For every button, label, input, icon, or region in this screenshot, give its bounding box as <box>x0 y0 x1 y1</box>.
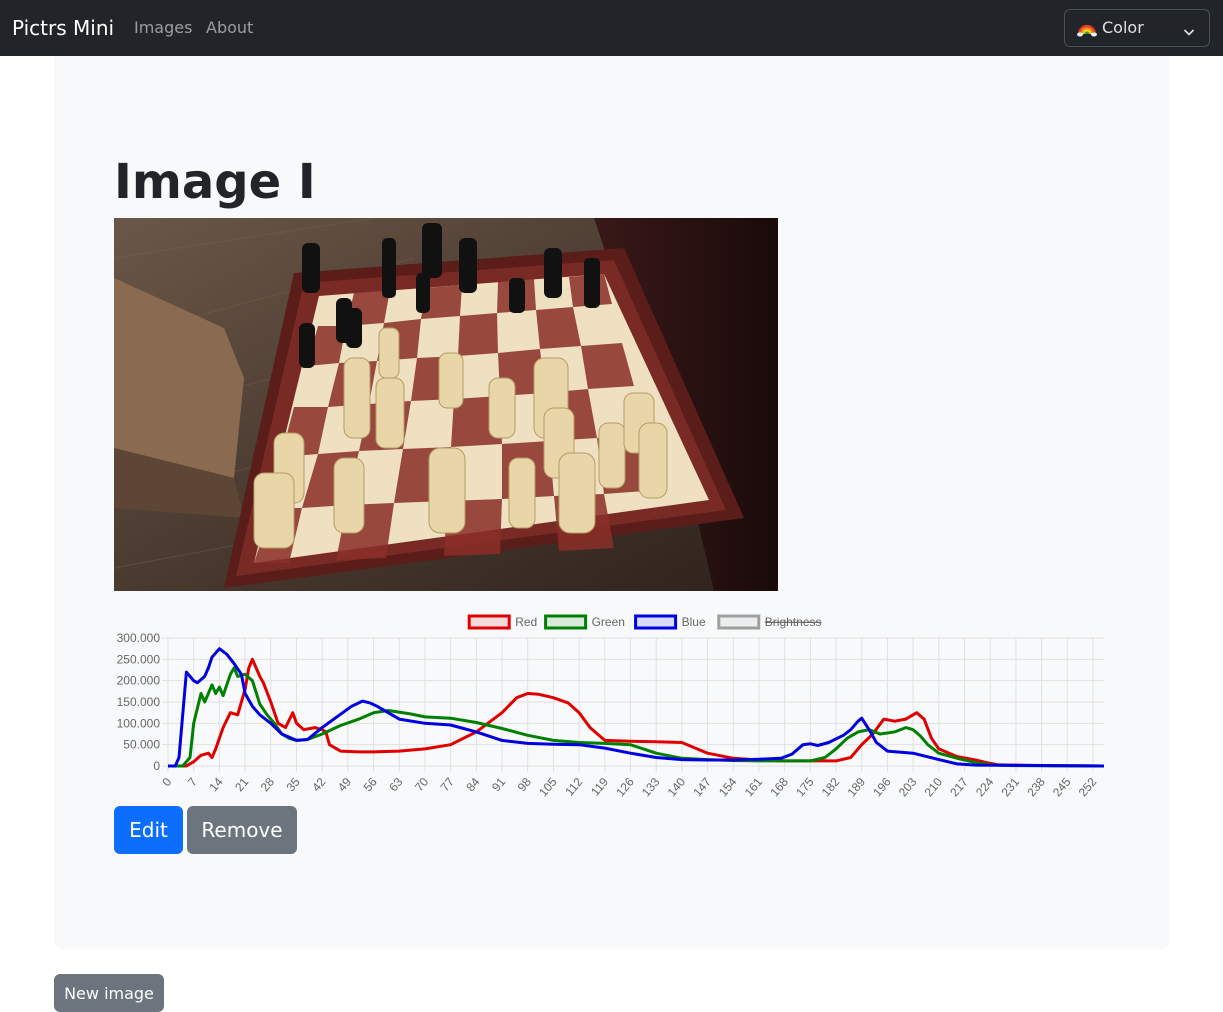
legend-swatch <box>634 614 678 630</box>
chevron-down-icon <box>1183 23 1195 36</box>
x-tick-label: 91 <box>489 775 509 794</box>
chessboard-photo <box>114 218 778 591</box>
chart-series <box>168 647 1105 768</box>
chart-y-axis: 0 50.000 100.000 150.000 200.000 250.000 300.0… <box>117 631 161 773</box>
navbar: Pictrs Mini Images About Color <box>0 0 1223 56</box>
y-tick-label: 200.000 <box>117 674 161 688</box>
x-tick-label: 217 <box>947 775 971 800</box>
chart-grid <box>162 637 1104 772</box>
chart-x-axis: 0 7 14 21 28 35 42 49 56 63 70 77 84 91 98 105 112 119 126… <box>159 775 1099 800</box>
legend-swatch <box>467 614 511 630</box>
y-tick-label: 150.000 <box>117 695 161 709</box>
x-tick-label: 112 <box>562 775 585 799</box>
x-tick-label: 84 <box>463 775 483 794</box>
x-tick-label: 42 <box>309 775 329 794</box>
x-tick-label: 168 <box>767 775 791 800</box>
page-title: Image I <box>114 154 316 210</box>
x-tick-label: 210 <box>922 775 946 800</box>
series-line-green <box>168 666 1105 768</box>
rainbow-icon <box>1077 18 1097 38</box>
nav-link-images[interactable]: Images <box>134 17 192 39</box>
x-tick-label: 0 <box>159 775 174 789</box>
series-line-blue <box>168 647 1105 768</box>
x-tick-label: 140 <box>665 775 689 800</box>
x-tick-label: 238 <box>1024 775 1048 800</box>
y-tick-label: 300.000 <box>117 631 161 645</box>
x-tick-label: 224 <box>973 775 997 800</box>
x-tick-label: 196 <box>870 775 894 800</box>
x-tick-label: 203 <box>896 775 920 800</box>
legend-label: Red <box>515 615 537 629</box>
x-tick-label: 98 <box>515 775 535 794</box>
x-tick-label: 126 <box>613 775 637 800</box>
x-tick-label: 252 <box>1076 775 1100 800</box>
y-tick-label: 50.000 <box>123 738 160 752</box>
x-tick-label: 119 <box>588 775 611 799</box>
x-tick-label: 175 <box>793 775 817 800</box>
y-tick-label: 100.000 <box>117 716 161 730</box>
remove-button[interactable]: Remove <box>187 806 297 854</box>
chart-legend[interactable]: Red Green Blue Brightness <box>467 614 822 630</box>
new-image-button[interactable]: New image <box>54 974 164 1012</box>
edit-button[interactable]: Edit <box>114 806 183 854</box>
x-tick-label: 49 <box>335 775 355 794</box>
legend-item-blue[interactable]: Blue <box>634 614 706 630</box>
x-tick-label: 56 <box>361 775 381 794</box>
series-line-red <box>168 657 1105 768</box>
x-tick-label: 7 <box>185 775 200 789</box>
x-tick-label: 77 <box>438 775 458 794</box>
legend-swatch <box>717 614 761 630</box>
theme-select[interactable]: Color <box>1064 9 1210 47</box>
legend-item-green[interactable]: Green <box>544 614 625 630</box>
x-tick-label: 161 <box>742 775 766 800</box>
color-histogram-chart: Red Green Blue Brightness 0 50.000 100.000 150… <box>117 614 1105 800</box>
legend-item-brightness[interactable]: Brightness <box>717 614 822 630</box>
x-tick-label: 28 <box>258 775 278 794</box>
image-preview <box>114 218 778 591</box>
x-tick-label: 133 <box>639 775 663 800</box>
x-tick-label: 35 <box>283 775 303 794</box>
x-tick-label: 154 <box>716 775 740 800</box>
x-tick-label: 189 <box>844 775 868 800</box>
x-tick-label: 231 <box>999 775 1023 800</box>
legend-label: Blue <box>682 615 706 629</box>
y-tick-label: 0 <box>153 759 160 773</box>
x-tick-label: 147 <box>690 775 714 800</box>
x-tick-label: 70 <box>412 775 432 794</box>
theme-select-value: Color <box>1102 18 1144 37</box>
brand-link[interactable]: Pictrs Mini <box>12 14 114 42</box>
y-tick-label: 250.000 <box>117 652 161 666</box>
x-tick-label: 182 <box>819 775 843 800</box>
x-tick-label: 14 <box>206 775 226 794</box>
nav-link-about[interactable]: About <box>206 17 253 39</box>
x-tick-label: 21 <box>232 775 252 794</box>
x-tick-label: 63 <box>386 775 406 794</box>
legend-swatch <box>544 614 588 630</box>
legend-label: Green <box>592 615 625 629</box>
x-tick-label: 105 <box>536 775 560 800</box>
x-tick-label: 245 <box>1050 775 1074 800</box>
legend-item-red[interactable]: Red <box>467 614 537 630</box>
legend-label: Brightness <box>765 615 822 629</box>
